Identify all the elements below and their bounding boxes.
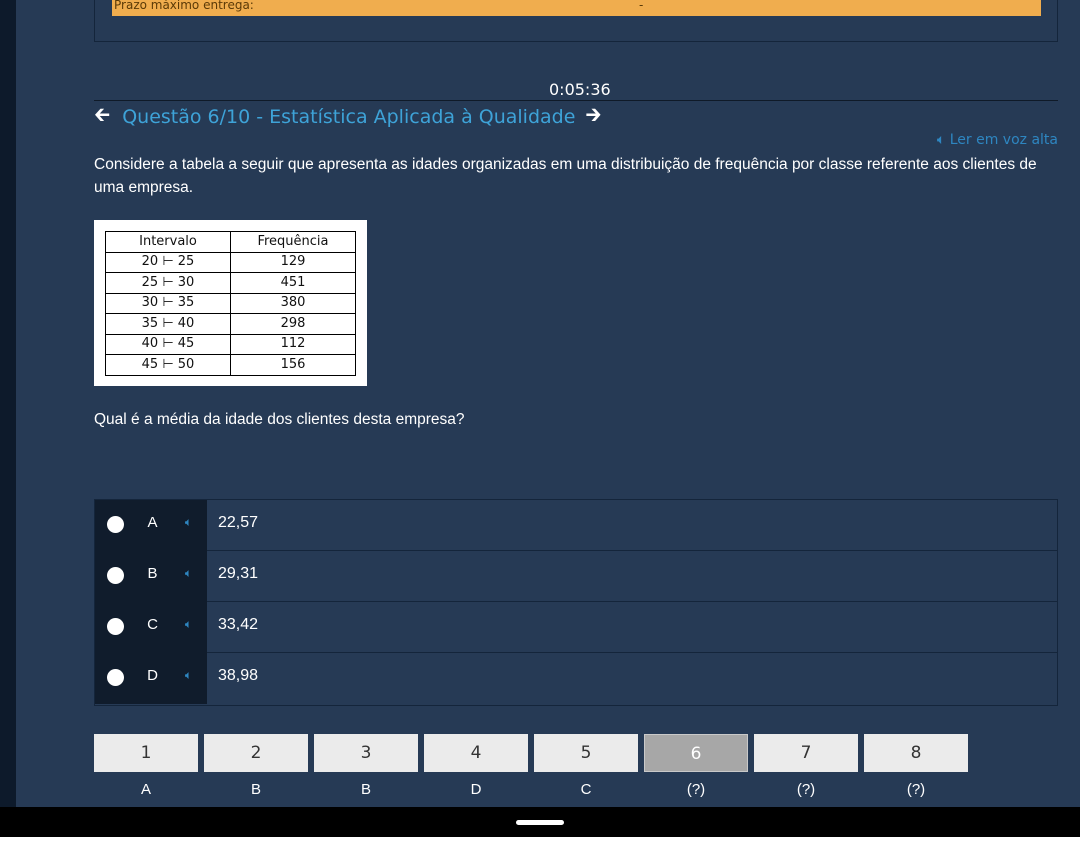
- page-answer: B: [360, 781, 371, 798]
- option-text[interactable]: 38,98: [207, 653, 1057, 704]
- question-pager: 1 2 3 4 5 6 7 8 A B B D C (?) (?) (?): [94, 734, 994, 804]
- table-cell: 451: [230, 272, 356, 294]
- question-prompt: Qual é a média da idade dos clientes des…: [94, 411, 465, 428]
- page-button-4[interactable]: 4: [424, 734, 528, 772]
- read-aloud-button[interactable]: 🔈︎ Ler em voz alta: [937, 132, 1058, 148]
- radio-button[interactable]: [107, 516, 124, 533]
- speaker-icon[interactable]: 🔈︎: [170, 551, 207, 602]
- page-answer: (?): [796, 781, 816, 798]
- page-button-1[interactable]: 1: [94, 734, 198, 772]
- deadline-value: -: [639, 0, 644, 12]
- home-indicator[interactable]: [516, 820, 564, 825]
- question-text: Considere a tabela a seguir que apresent…: [94, 156, 1037, 196]
- radio-cell: [95, 551, 135, 602]
- table-cell: 112: [230, 333, 356, 355]
- arrow-right-icon[interactable]: 🡲: [585, 100, 601, 134]
- page-button-8[interactable]: 8: [864, 734, 968, 772]
- speaker-icon[interactable]: 🔈︎: [170, 500, 207, 551]
- radio-button[interactable]: [107, 669, 124, 686]
- table-row: 40 ⊢ 45 112: [105, 333, 356, 355]
- left-edge-strip: [0, 0, 16, 807]
- question-nav: 🡰 Questão 6/10 - Estatística Aplicada à …: [94, 102, 602, 130]
- table-header: Frequência: [230, 231, 356, 253]
- timer: 0:05:36: [549, 80, 611, 99]
- option-text[interactable]: 29,31: [207, 551, 1057, 602]
- option-letter: D: [135, 653, 170, 704]
- option-letter: A: [135, 500, 170, 551]
- speaker-icon[interactable]: 🔈︎: [170, 653, 207, 704]
- option-letter: B: [135, 551, 170, 602]
- page-button-6-active[interactable]: 6: [644, 734, 748, 772]
- speaker-icon: 🔈︎: [936, 132, 946, 148]
- table-cell: 298: [230, 313, 356, 335]
- answer-options: A 🔈︎ 22,57 B 🔈︎ 29,31 C 🔈︎ 33,42 D 🔈︎ 38…: [94, 499, 1058, 706]
- arrow-left-icon[interactable]: 🡰: [94, 100, 110, 134]
- question-title: Questão 6/10 - Estatística Aplicada à Qu…: [122, 106, 576, 128]
- table-cell: 380: [230, 292, 356, 314]
- system-nav-bar: [0, 807, 1080, 837]
- radio-button[interactable]: [107, 567, 124, 584]
- table-cell: 40 ⊢ 45: [105, 333, 231, 355]
- table-row: 45 ⊢ 50 156: [105, 354, 356, 376]
- radio-button[interactable]: [107, 618, 124, 635]
- main-panel: Prazo máximo entrega: - 0:05:36 🡰 Questã…: [16, 0, 1080, 807]
- radio-cell: [95, 653, 135, 704]
- page-answer: (?): [906, 781, 926, 798]
- option-text[interactable]: 33,42: [207, 602, 1057, 653]
- divider: [94, 100, 1058, 101]
- option-b[interactable]: B 🔈︎ 29,31: [95, 551, 1057, 602]
- table-cell: 45 ⊢ 50: [105, 354, 231, 376]
- page-answer: (?): [686, 781, 706, 798]
- table-header-row: Intervalo Frequência: [105, 231, 356, 253]
- page-button-2[interactable]: 2: [204, 734, 308, 772]
- deadline-bar: Prazo máximo entrega: -: [112, 0, 1041, 16]
- radio-cell: [95, 500, 135, 551]
- page-button-7[interactable]: 7: [754, 734, 858, 772]
- table-cell: 30 ⊢ 35: [105, 292, 231, 314]
- table-cell: 35 ⊢ 40: [105, 313, 231, 335]
- page-answer: C: [580, 781, 592, 798]
- table-row: 25 ⊢ 30 451: [105, 272, 356, 294]
- option-a[interactable]: A 🔈︎ 22,57: [95, 500, 1057, 551]
- page-button-5[interactable]: 5: [534, 734, 638, 772]
- table-row: 35 ⊢ 40 298: [105, 313, 356, 335]
- option-d[interactable]: D 🔈︎ 38,98: [95, 653, 1057, 704]
- read-aloud-label: Ler em voz alta: [949, 132, 1058, 148]
- frequency-table: Intervalo Frequência 20 ⊢ 25 129 25 ⊢ 30 4…: [105, 231, 356, 376]
- table-cell: 25 ⊢ 30: [105, 272, 231, 294]
- option-letter: C: [135, 602, 170, 653]
- table-cell: 20 ⊢ 25: [105, 251, 231, 273]
- radio-cell: [95, 602, 135, 653]
- speaker-icon[interactable]: 🔈︎: [170, 602, 207, 653]
- page-button-3[interactable]: 3: [314, 734, 418, 772]
- table-row: 30 ⊢ 35 380: [105, 292, 356, 314]
- deadline-label: Prazo máximo entrega:: [114, 0, 254, 12]
- option-c[interactable]: C 🔈︎ 33,42: [95, 602, 1057, 653]
- page-answer: D: [470, 781, 482, 798]
- table-cell: 156: [230, 354, 356, 376]
- table-cell: 129: [230, 251, 356, 273]
- page-answer: A: [140, 781, 151, 798]
- option-text[interactable]: 22,57: [207, 500, 1057, 551]
- page-answer: B: [250, 781, 261, 798]
- table-header: Intervalo: [105, 231, 231, 253]
- table-image: Intervalo Frequência 20 ⊢ 25 129 25 ⊢ 30 4…: [94, 220, 367, 386]
- table-row: 20 ⊢ 25 129: [105, 251, 356, 273]
